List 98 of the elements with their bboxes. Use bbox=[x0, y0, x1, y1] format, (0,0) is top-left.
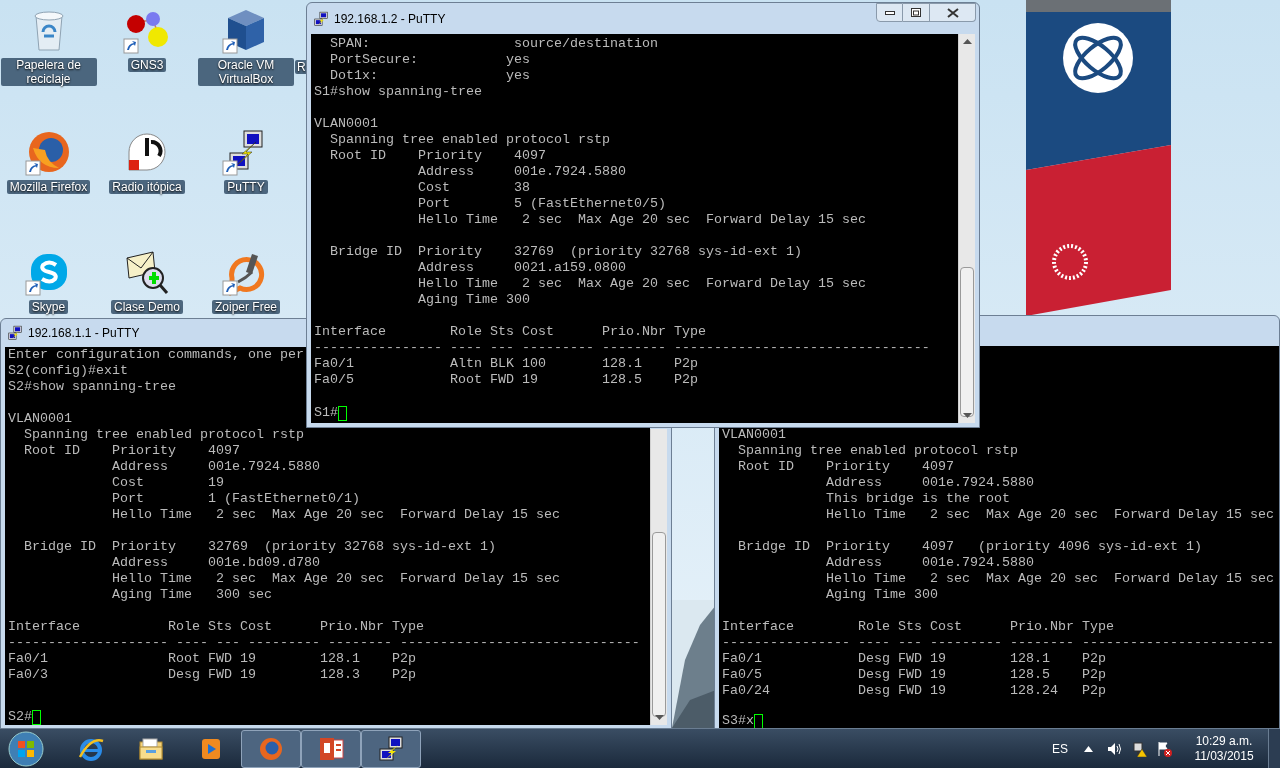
terminal-line: Bridge ID Priority 32769 (priority 32768 sys-id-ext 1) bbox=[329, 244, 802, 260]
terminal-line: SPAN: source/destination bbox=[329, 36, 658, 52]
terminal-line: Address 001e.7924.5880 bbox=[824, 555, 1034, 571]
minimize-button[interactable] bbox=[876, 3, 903, 22]
language-indicator[interactable]: ES bbox=[1052, 739, 1068, 758]
icon-label: Zoiper Free bbox=[212, 300, 280, 314]
icon-label: Papelera de reciclaje bbox=[0, 58, 97, 86]
start-orb-icon bbox=[8, 730, 44, 767]
text-cursor bbox=[32, 709, 41, 725]
terminal-line: Root ID Priority 4097 bbox=[23, 443, 240, 459]
terminal-line: -------------------- ---- --- --------- -------- ------------------------------ bbox=[8, 635, 640, 651]
restore-icon bbox=[911, 8, 921, 17]
terminal-line: Hello Time 2 sec Max Age 20 sec Forward Delay 15 sec bbox=[110, 507, 560, 523]
icon-label: Clase Demo bbox=[111, 300, 183, 314]
icon-label: Mozilla Firefox bbox=[6, 180, 91, 194]
icon-label: GNS3 bbox=[127, 58, 167, 72]
terminal-line: Hello Time 2 sec Max Age 20 sec Forward Delay 15 sec bbox=[416, 212, 866, 228]
app-icon bbox=[7, 325, 23, 341]
terminal-line: Aging Time 300 bbox=[416, 292, 530, 308]
show-desktop-button[interactable] bbox=[1268, 729, 1280, 768]
terminal-line: Hello Time 2 sec Max Age 20 sec Forward Delay 15 sec bbox=[110, 571, 560, 587]
down-arrow-icon[interactable] bbox=[655, 715, 664, 720]
minimize-icon bbox=[884, 10, 895, 15]
text-cursor bbox=[338, 405, 347, 421]
terminal-line: Hello Time 2 sec Max Age 20 sec Forward Delay 15 sec bbox=[416, 276, 866, 292]
terminal-line: PortSecure: yes bbox=[329, 52, 530, 68]
app-icon bbox=[377, 734, 405, 763]
scrollbar[interactable] bbox=[958, 34, 975, 423]
terminal-line: Dot1x: yes bbox=[329, 68, 530, 84]
close-icon bbox=[946, 7, 959, 18]
icon-label: Radio itópica bbox=[109, 180, 185, 194]
terminal-line: Port 1 (FastEthernet0/1) bbox=[110, 491, 360, 507]
shortcut-icon[interactable] bbox=[123, 248, 171, 296]
command-prompt: S3#x bbox=[722, 713, 754, 729]
down-arrow-icon[interactable] bbox=[963, 413, 972, 418]
terminal-line: Fa0/5 Desg FWD 19 128.5 P2p bbox=[722, 667, 1106, 683]
terminal-line: VLAN0001 bbox=[314, 116, 378, 132]
terminal-line: Aging Time 300 bbox=[824, 587, 938, 603]
terminal-line: S2#show spanning-tree bbox=[8, 379, 176, 395]
command-prompt: S2# bbox=[8, 709, 32, 725]
terminal-line: Fa0/1 Altn BLK 100 128.1 P2p bbox=[314, 356, 698, 372]
terminal-line: Address 001e.bd09.d780 bbox=[110, 555, 320, 571]
terminal-line: Port 5 (FastEthernet0/5) bbox=[416, 196, 666, 212]
icon-label: Oracle VM VirtualBox bbox=[198, 58, 294, 86]
up-arrow-icon[interactable] bbox=[963, 39, 972, 44]
terminal-line: Fa0/1 Root FWD 19 128.1 P2p bbox=[8, 651, 416, 667]
terminal-line: VLAN0001 bbox=[8, 411, 72, 427]
terminal-line: Root ID Priority 4097 bbox=[737, 459, 954, 475]
terminal-line: Address 0021.a159.0800 bbox=[416, 260, 626, 276]
clock-date[interactable]: 11/03/2015 bbox=[1194, 748, 1254, 764]
terminal-line: Cost 38 bbox=[416, 180, 530, 196]
icon-label: PuTTY bbox=[224, 180, 268, 194]
terminal-line: S1#show spanning-tree bbox=[314, 84, 482, 100]
terminal-line: Fa0/5 Root FWD 19 128.5 P2p bbox=[314, 372, 698, 388]
terminal-line: VLAN0001 bbox=[722, 427, 786, 443]
maximize-button[interactable] bbox=[903, 3, 930, 22]
terminal-line: Spanning tree enabled protocol rstp bbox=[329, 132, 610, 148]
terminal-line: Fa0/24 Desg FWD 19 128.24 P2p bbox=[722, 683, 1106, 699]
terminal-line: S2(config)#exit bbox=[8, 363, 128, 379]
terminal-line: Interface Role Sts Cost Prio.Nbr Type bbox=[722, 619, 1114, 635]
terminal-line: Address 001e.7924.5880 bbox=[824, 475, 1034, 491]
terminal-line: Interface Role Sts Cost Prio.Nbr Type bbox=[314, 324, 706, 340]
clock-time[interactable]: 10:29 a.m. bbox=[1195, 733, 1253, 749]
scrollbar[interactable] bbox=[650, 429, 667, 725]
scroll-thumb[interactable] bbox=[960, 267, 974, 417]
terminal-line: Spanning tree enabled protocol rstp bbox=[23, 427, 304, 443]
terminal-line: Bridge ID Priority 4097 (priority 4096 sys-id-ext 1) bbox=[737, 539, 1202, 555]
terminal-line: Fa0/1 Desg FWD 19 128.1 P2p bbox=[722, 651, 1106, 667]
terminal-line: Spanning tree enabled protocol rstp bbox=[737, 443, 1018, 459]
terminal-line: Aging Time 300 sec bbox=[110, 587, 272, 603]
command-prompt: S1# bbox=[314, 405, 338, 421]
scroll-thumb[interactable] bbox=[652, 532, 666, 717]
terminal-line: Interface Role Sts Cost Prio.Nbr Type bbox=[8, 619, 424, 635]
close-button[interactable] bbox=[930, 3, 976, 22]
icon-label: Skype bbox=[28, 300, 69, 314]
network-icon[interactable] bbox=[1132, 740, 1148, 757]
speaker-icon[interactable] bbox=[1107, 741, 1123, 756]
terminal-line: Root ID Priority 4097 bbox=[329, 148, 546, 164]
terminal-line: Hello Time 2 sec Max Age 20 sec Forward Delay 15 sec bbox=[824, 571, 1274, 587]
taskbar-button[interactable] bbox=[361, 729, 421, 768]
terminal-line: ---------------- ---- --- --------- -------- ------------------------ bbox=[722, 635, 1274, 651]
start-button[interactable] bbox=[6, 729, 46, 768]
window-title: 192.168.1.1 - PuTTY bbox=[28, 325, 140, 342]
window-title: 192.168.1.2 - PuTTY bbox=[334, 10, 446, 28]
app-icon bbox=[313, 10, 329, 27]
terminal-line: Hello Time 2 sec Max Age 20 sec Forward Delay 15 sec bbox=[824, 507, 1274, 523]
taskbar-button[interactable] bbox=[301, 729, 361, 768]
flag-icon[interactable] bbox=[1156, 740, 1172, 757]
show-hidden-icons-icon[interactable] bbox=[1084, 745, 1093, 752]
terminal-line: Enter configuration commands, one per bbox=[8, 347, 304, 363]
terminal-line: Address 001e.7924.5880 bbox=[110, 459, 320, 475]
terminal-line: This bridge is the root bbox=[824, 491, 1010, 507]
terminal-line: Address 001e.7924.5880 bbox=[416, 164, 626, 180]
icon-label: R bbox=[295, 60, 306, 74]
terminal-line: Bridge ID Priority 32769 (priority 32768 sys-id-ext 1) bbox=[23, 539, 496, 555]
terminal-line: ---------------- ---- --- --------- -------- -------------------------------- bbox=[314, 340, 930, 356]
terminal-line: Fa0/3 Desg FWD 19 128.3 P2p bbox=[8, 667, 416, 683]
terminal-line: Cost 19 bbox=[110, 475, 224, 491]
